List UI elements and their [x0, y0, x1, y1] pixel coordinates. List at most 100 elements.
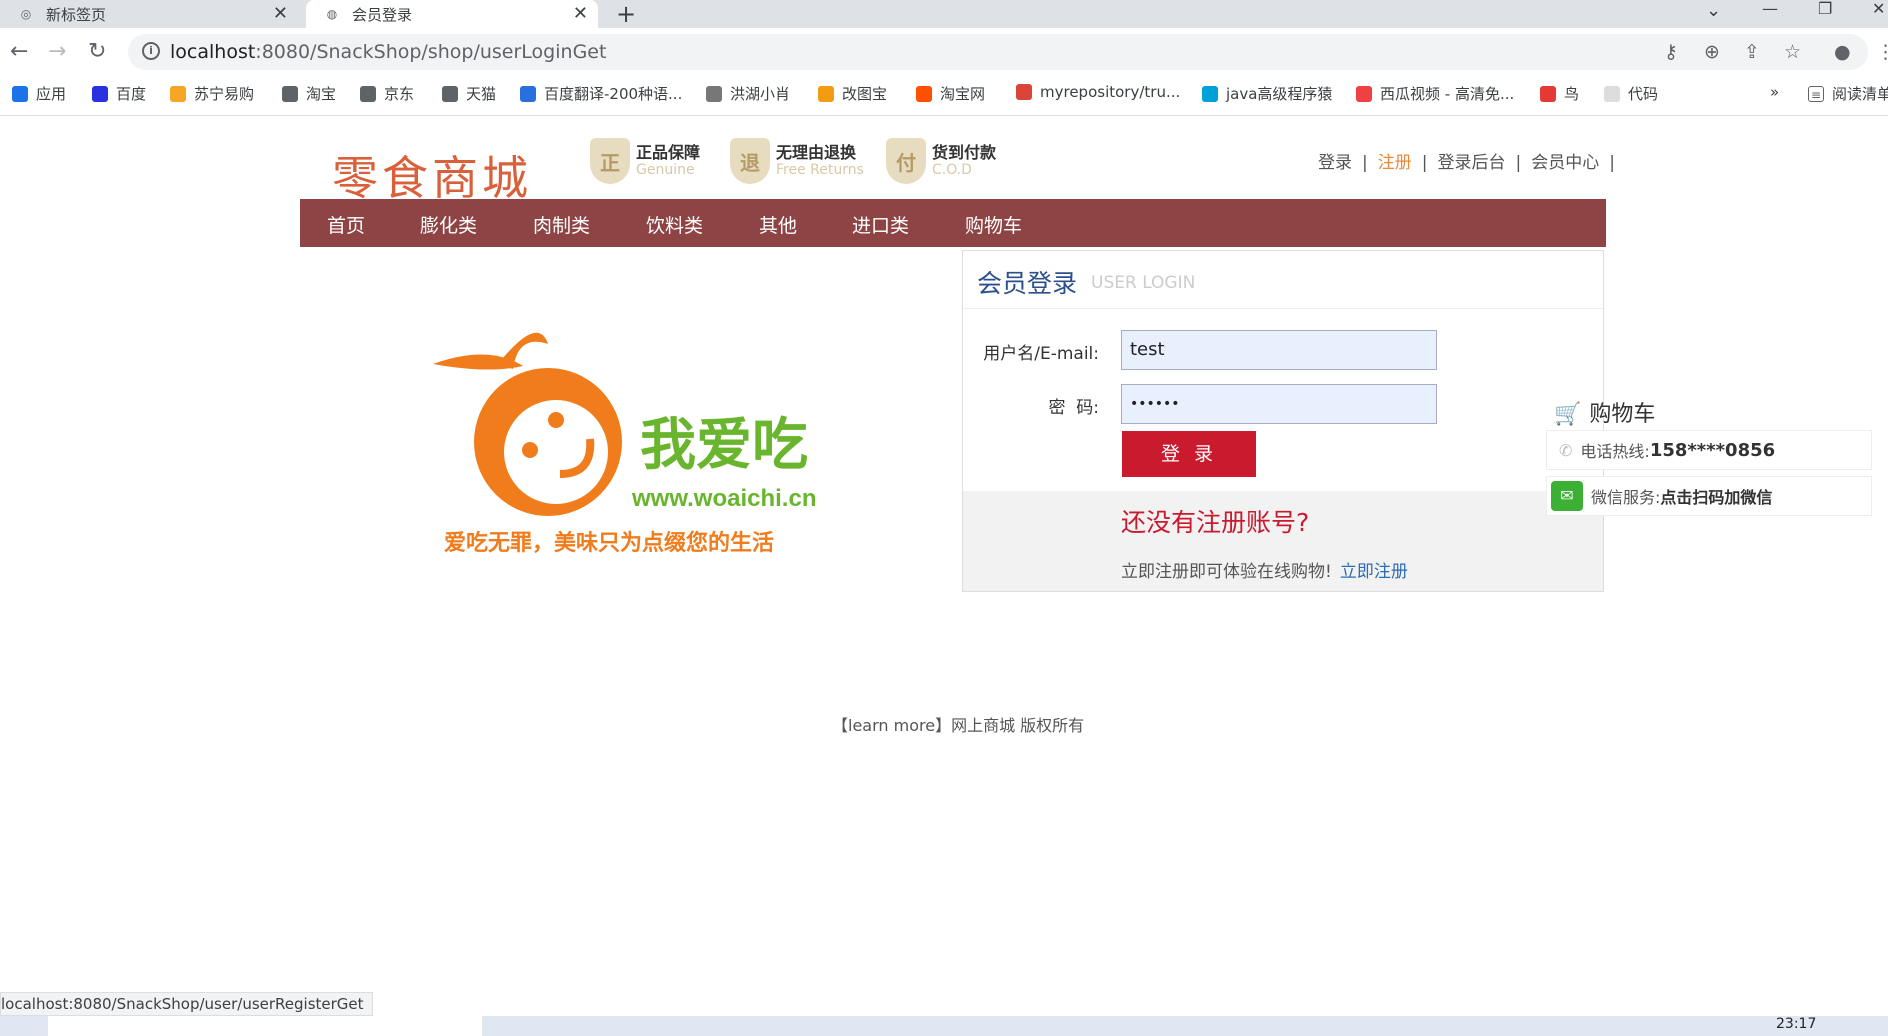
bookmark-label: 改图宝 [842, 85, 888, 103]
shield-icon: 退 [730, 138, 770, 184]
nav-puffed[interactable]: 膨化类 [420, 211, 477, 238]
phone-icon: ✆ [1559, 440, 1573, 460]
register-now-link[interactable]: 立即注册 [1340, 562, 1408, 582]
side-cart[interactable]: 🛒 购物车 [1554, 396, 1655, 428]
nav-cart[interactable]: 购物车 [965, 211, 1022, 238]
new-tab-button[interactable]: + [616, 0, 636, 28]
reading-list-icon: ≡ [1808, 85, 1824, 102]
bookmark-label: 西瓜视频 - 高清免... [1380, 85, 1515, 103]
url-text: localhost:8080/SnackShop/shop/userLoginG… [170, 41, 607, 63]
login-button[interactable]: 登 录 [1122, 431, 1256, 477]
globe-icon: ◍ [326, 7, 338, 21]
bookmark-item[interactable]: 鸟 [1540, 83, 1579, 104]
bookmark-item[interactable]: 百度 [92, 83, 146, 104]
nav-meat[interactable]: 肉制类 [533, 211, 590, 238]
bookmark-icon [916, 85, 932, 102]
nav-home[interactable]: 首页 [327, 211, 365, 238]
key-icon[interactable]: ⚷ [1664, 41, 1678, 63]
password-input[interactable]: •••••• [1121, 384, 1437, 424]
address-bar[interactable]: i localhost:8080/SnackShop/shop/userLogi… [128, 34, 1868, 70]
close-window-icon[interactable]: ✕ [1872, 0, 1885, 18]
badge-cod: 付 货到付款 C.O.D [886, 138, 996, 184]
bookmark-item[interactable]: 代码 [1604, 83, 1658, 104]
more-bookmarks[interactable]: » [1770, 83, 1779, 101]
wechat-row[interactable]: ✉ 微信服务: 点击扫码加微信 [1546, 476, 1872, 516]
close-tab-icon[interactable]: ✕ [273, 3, 288, 24]
username-input[interactable]: test [1121, 330, 1437, 370]
bookmark-item[interactable]: 天猫 [442, 83, 496, 104]
register-link[interactable]: 注册 [1378, 153, 1412, 173]
star-icon[interactable]: ☆ [1784, 41, 1801, 63]
tab-member-login[interactable]: ◍ 会员登录 ✕ [306, 0, 598, 28]
back-icon[interactable]: ← [10, 38, 28, 66]
bookmark-item[interactable]: 苏宁易购 [170, 83, 254, 104]
bookmark-icon [1356, 85, 1372, 102]
bookmark-icon [170, 85, 186, 102]
bookmark-label: 百度翻译-200种语... [544, 85, 683, 103]
register-hint: 立即注册即可体验在线购物! 立即注册 [1121, 562, 1408, 582]
tab-title: 会员登录 [352, 5, 413, 24]
login-link[interactable]: 登录 [1318, 153, 1352, 173]
close-tab-icon[interactable]: ✕ [573, 3, 588, 24]
bookmark-item[interactable]: 洪湖小肖 [706, 83, 790, 104]
bookmark-item[interactable]: java高级程序猿 [1202, 83, 1332, 104]
bookmark-item[interactable]: 淘宝网 [916, 83, 985, 104]
no-account-text: 还没有注册账号? [1121, 508, 1310, 537]
bookmark-icon [520, 85, 536, 102]
bookmark-label: 淘宝 [306, 85, 337, 103]
badge-genuine: 正 正品保障 Genuine [590, 138, 700, 184]
reload-icon[interactable]: ↻ [88, 38, 106, 66]
bookmark-item[interactable]: 改图宝 [818, 83, 887, 104]
bookmark-icon [1604, 85, 1620, 102]
menu-icon[interactable]: ⋮ [1876, 41, 1888, 63]
bookmark-icon [360, 85, 376, 102]
username-label: 用户名/E-mail: [983, 344, 1099, 364]
footer-copyright: 【learn more】网上商城 版权所有 [832, 716, 1085, 735]
profile-icon[interactable]: ● [1834, 41, 1851, 63]
nav-drinks[interactable]: 饮料类 [646, 211, 703, 238]
tab-search-icon[interactable]: ⌄ [1706, 2, 1721, 20]
bookmark-item[interactable]: 百度翻译-200种语... [520, 83, 682, 104]
reading-list[interactable]: ≡ 阅读清单 [1808, 83, 1888, 104]
tab-title: 新标签页 [46, 5, 107, 24]
bookmark-icon [92, 85, 108, 102]
login-subtitle: USER LOGIN [1091, 273, 1196, 293]
bookmark-label: java高级程序猿 [1226, 85, 1333, 103]
bookmark-item[interactable]: 应用 [12, 83, 66, 104]
status-url: localhost:8080/SnackShop/user/userRegist… [0, 992, 373, 1016]
nav-imported[interactable]: 进口类 [852, 211, 909, 238]
bookmark-label: 应用 [36, 85, 67, 103]
logo-url: www.woaichi.cn [631, 485, 816, 512]
bookmark-icon [706, 85, 722, 102]
top-links: 登录 | 注册 | 登录后台 | 会员中心 | [1318, 153, 1615, 173]
zoom-icon[interactable]: ⊕ [1704, 41, 1720, 63]
taskbar-search[interactable] [48, 1016, 482, 1036]
bookmark-label: 百度 [116, 85, 147, 103]
forward-icon[interactable]: → [48, 38, 66, 66]
login-header: 会员登录 USER LOGIN [963, 251, 1603, 309]
bookmark-label: 代码 [1628, 85, 1659, 103]
badge-returns: 退 无理由退换 Free Returns [730, 138, 864, 184]
site-info-icon[interactable]: i [142, 42, 160, 60]
shield-icon: 正 [590, 138, 630, 184]
member-center-link[interactable]: 会员中心 [1531, 153, 1599, 173]
bookmark-item[interactable]: 京东 [360, 83, 414, 104]
minimize-icon[interactable]: — [1762, 0, 1778, 18]
bookmark-item[interactable]: 淘宝 [282, 83, 336, 104]
bookmark-icon [282, 85, 298, 102]
bookmark-item[interactable]: 西瓜视频 - 高清免... [1356, 83, 1514, 104]
bookmark-label: 淘宝网 [940, 85, 986, 103]
bookmark-label: 天猫 [466, 85, 497, 103]
chrome-icon: ◎ [20, 7, 32, 21]
main-nav: 首页 膨化类 肉制类 饮料类 其他 进口类 购物车 [300, 199, 1606, 247]
admin-login-link[interactable]: 登录后台 [1437, 153, 1505, 173]
logo-eye [548, 412, 564, 428]
bookmark-item[interactable]: myrepository/tru... [1016, 83, 1180, 101]
nav-other[interactable]: 其他 [759, 211, 797, 238]
gift-icon: 付 [886, 138, 926, 184]
woaichi-logo: 我爱吃 www.woaichi.cn 爱吃无罪，美味只为点缀您的生活 [433, 332, 816, 555]
logo-brand: 我爱吃 [640, 413, 808, 476]
tab-new-tab[interactable]: ◎ 新标签页 ✕ [0, 0, 298, 28]
restore-icon[interactable]: ❐ [1818, 0, 1832, 18]
share-icon[interactable]: ⇪ [1744, 41, 1760, 63]
